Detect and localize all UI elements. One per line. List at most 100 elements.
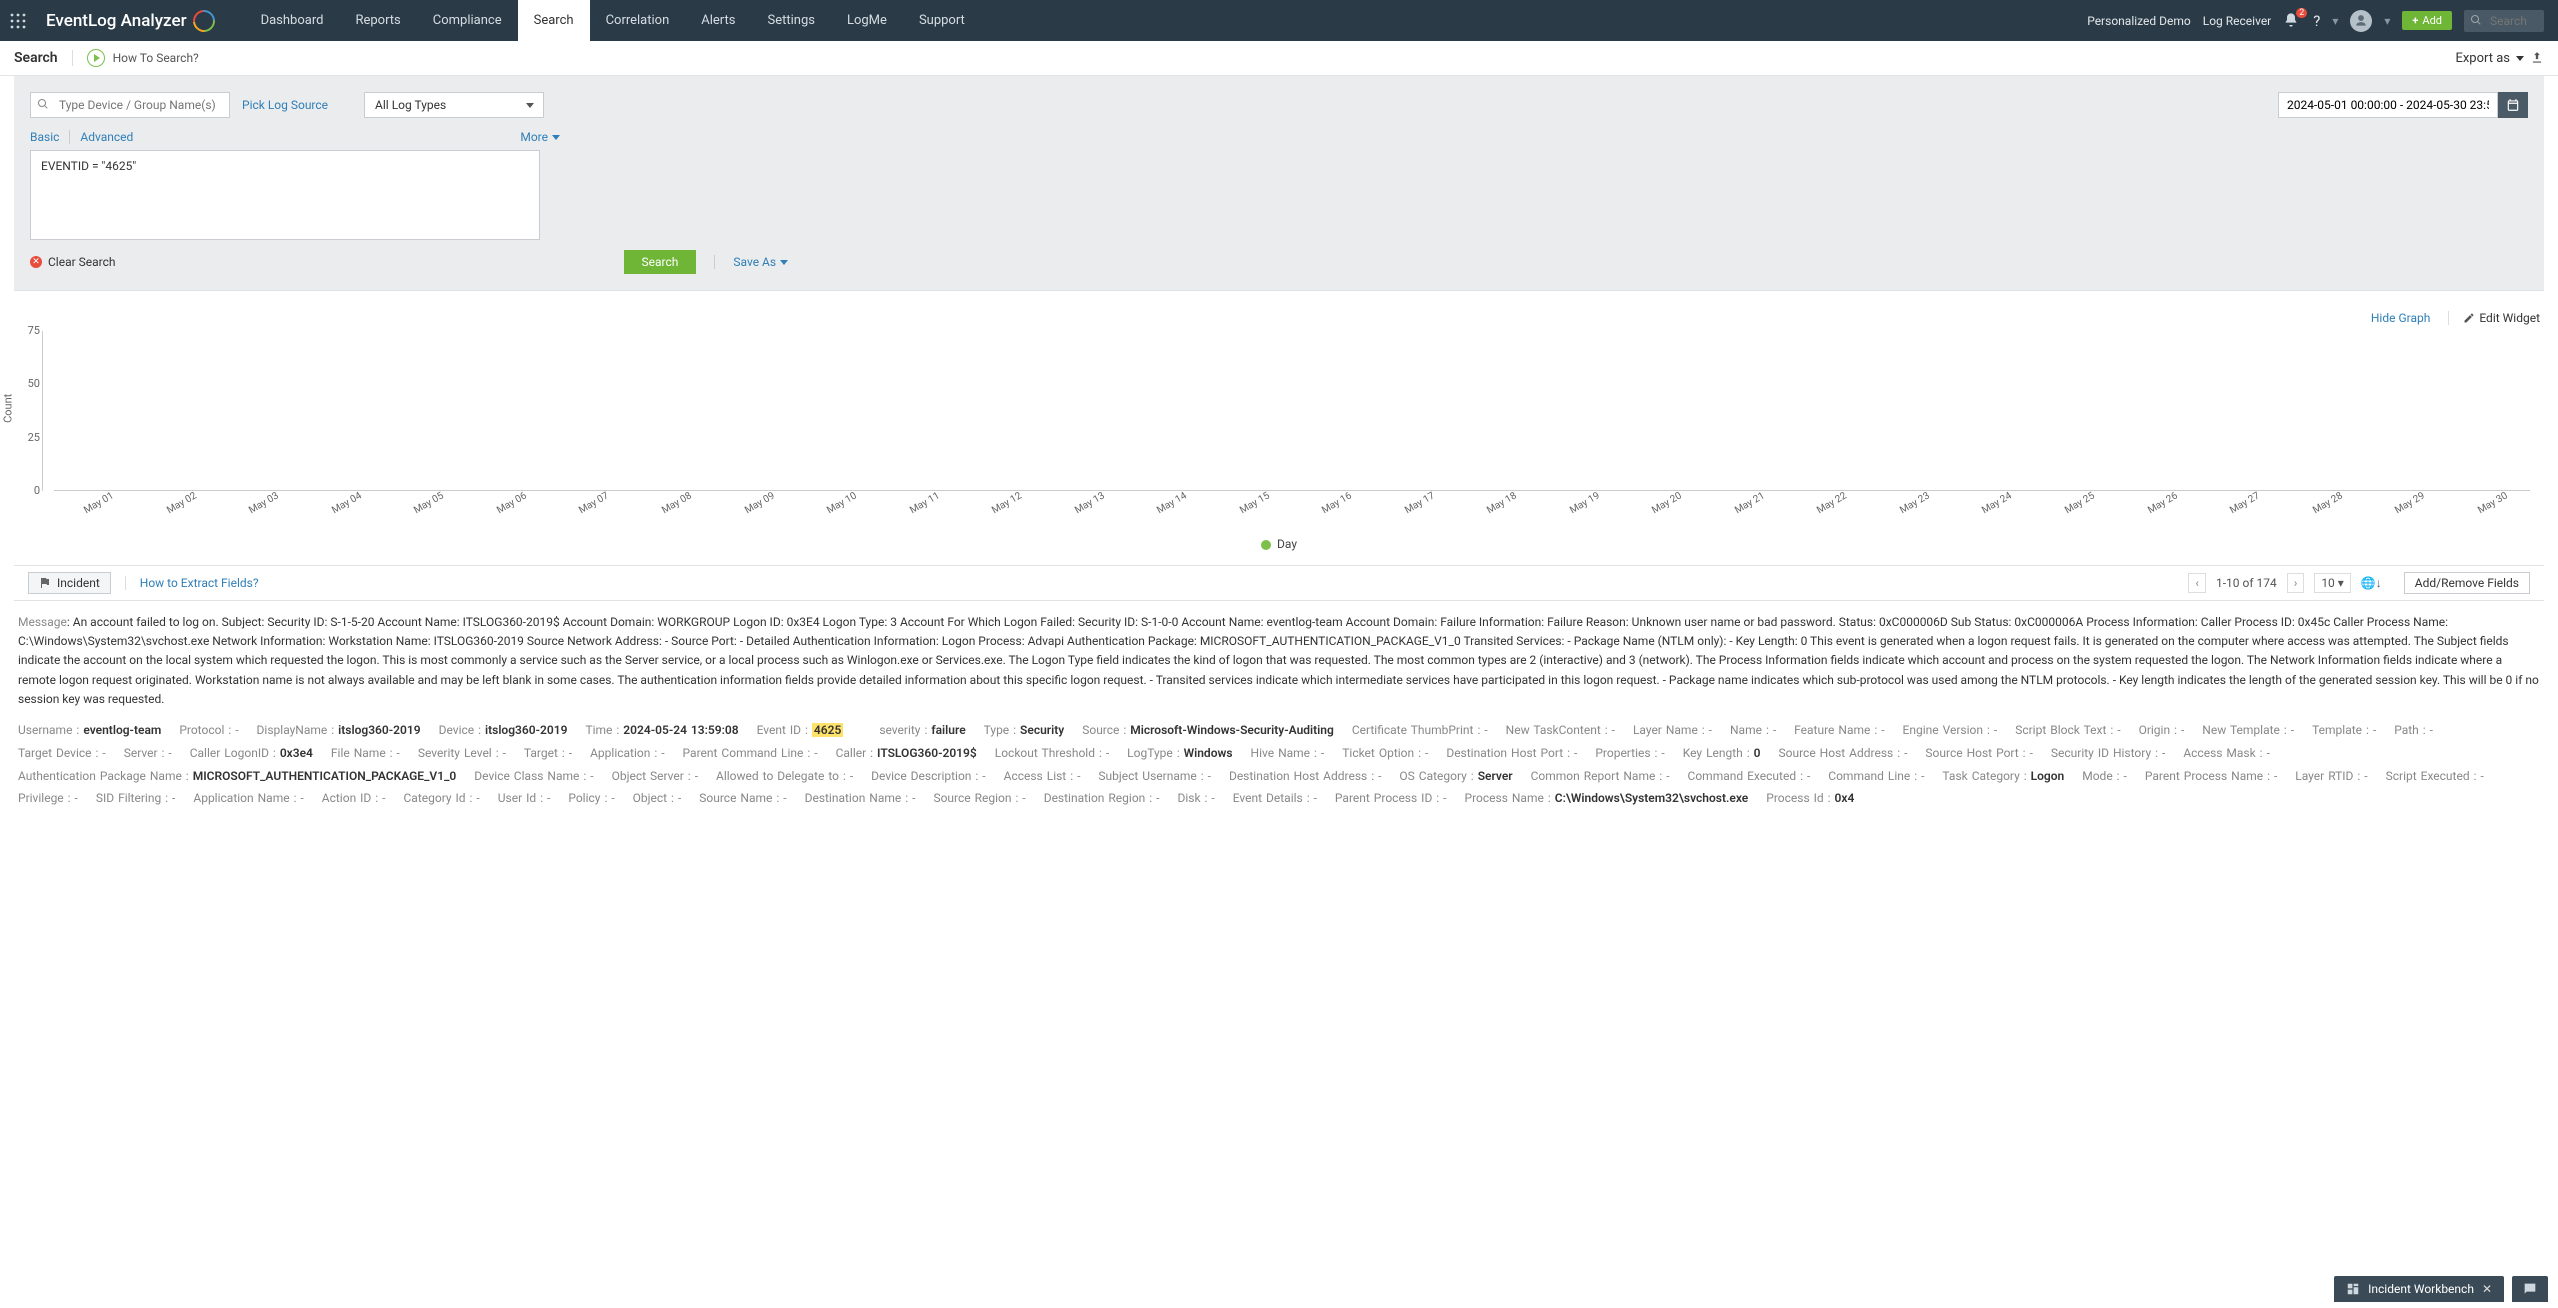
nav-dashboard[interactable]: Dashboard	[245, 0, 340, 41]
field-pair[interactable]: Task Category : Logon	[1942, 769, 2064, 783]
field-pair[interactable]: Parent Command Line : -	[683, 746, 818, 760]
hide-graph-link[interactable]: Hide Graph	[2371, 311, 2430, 325]
date-range-input[interactable]	[2278, 92, 2498, 118]
nav-search[interactable]: Search	[518, 0, 590, 41]
field-pair[interactable]: Allowed to Delegate to : -	[716, 769, 853, 783]
nav-support[interactable]: Support	[903, 0, 981, 41]
field-pair[interactable]: Key Length : 0	[1683, 746, 1761, 760]
calendar-icon[interactable]	[2498, 92, 2528, 118]
field-pair[interactable]: Server : -	[124, 746, 172, 760]
field-pair[interactable]: Path : -	[2394, 723, 2433, 737]
field-pair[interactable]: Object : -	[633, 791, 682, 805]
field-pair[interactable]: severity : failure	[879, 723, 965, 737]
field-pair[interactable]: Target : -	[524, 746, 572, 760]
close-icon[interactable]: ✕	[2482, 1282, 2492, 1296]
play-icon[interactable]	[87, 49, 105, 67]
field-pair[interactable]: Policy : -	[568, 791, 614, 805]
field-pair[interactable]: DisplayName : itslog360-2019	[257, 723, 421, 737]
field-pair[interactable]: Device : itslog360-2019	[439, 723, 568, 737]
field-pair[interactable]: Parent Process ID : -	[1335, 791, 1447, 805]
field-pair[interactable]: Certificate ThumbPrint : -	[1352, 723, 1488, 737]
field-pair[interactable]: New TaskContent : -	[1506, 723, 1615, 737]
field-pair[interactable]: Event ID : 4625	[757, 723, 862, 737]
field-pair[interactable]: Disk : -	[1177, 791, 1214, 805]
field-pair[interactable]: Name : -	[1730, 723, 1776, 737]
pager-prev[interactable]: ‹	[2188, 573, 2206, 593]
field-pair[interactable]: Lockout Threshold : -	[995, 746, 1109, 760]
clear-search-button[interactable]: ✕ Clear Search	[30, 255, 116, 269]
field-pair[interactable]: Command Executed : -	[1688, 769, 1811, 783]
brand-logo[interactable]: EventLog Analyzer	[36, 10, 225, 32]
field-pair[interactable]: Caller LogonID : 0x3e4	[190, 746, 313, 760]
nav-compliance[interactable]: Compliance	[417, 0, 518, 41]
field-pair[interactable]: Application : -	[590, 746, 664, 760]
apps-grid-icon[interactable]	[0, 13, 36, 29]
field-pair[interactable]: Layer Name : -	[1633, 723, 1712, 737]
page-size-select[interactable]: 10 ▾	[2314, 573, 2351, 593]
field-pair[interactable]: Source Host Address : -	[1779, 746, 1908, 760]
device-name-input[interactable]	[30, 92, 230, 118]
field-pair[interactable]: Device Description : -	[871, 769, 985, 783]
field-pair[interactable]: Object Server : -	[612, 769, 698, 783]
personalized-demo-link[interactable]: Personalized Demo	[2087, 14, 2191, 28]
field-pair[interactable]: Source Region : -	[933, 791, 1025, 805]
nav-alerts[interactable]: Alerts	[685, 0, 751, 41]
nav-reports[interactable]: Reports	[339, 0, 416, 41]
field-pair[interactable]: Security ID History : -	[2051, 746, 2165, 760]
search-button[interactable]: Search	[624, 250, 697, 274]
more-link[interactable]: More	[520, 130, 560, 144]
query-textarea[interactable]: EVENTID = "4625"	[30, 150, 540, 240]
field-pair[interactable]: Event Details : -	[1233, 791, 1317, 805]
field-pair[interactable]: Time : 2024-05-24 13:59:08	[585, 723, 738, 737]
tab-advanced[interactable]: Advanced	[70, 130, 143, 144]
tab-basic[interactable]: Basic	[30, 130, 70, 144]
field-pair[interactable]: Layer RTID : -	[2295, 769, 2367, 783]
nav-correlation[interactable]: Correlation	[590, 0, 686, 41]
field-pair[interactable]: Source Host Port : -	[1925, 746, 2032, 760]
chat-tray[interactable]	[2512, 1276, 2548, 1302]
field-pair[interactable]: SID Filtering : -	[96, 791, 176, 805]
field-pair[interactable]: Access List : -	[1004, 769, 1081, 783]
field-pair[interactable]: Destination Region : -	[1044, 791, 1160, 805]
field-pair[interactable]: Category Id : -	[403, 791, 479, 805]
field-pair[interactable]: Source Name : -	[699, 791, 786, 805]
field-pair[interactable]: Destination Name : -	[805, 791, 916, 805]
timezone-icon[interactable]: 🌐↓	[2361, 576, 2382, 590]
nav-logme[interactable]: LogMe	[831, 0, 903, 41]
add-remove-fields-button[interactable]: Add/Remove Fields	[2404, 572, 2530, 594]
field-pair[interactable]: Type : Security	[984, 723, 1065, 737]
how-to-search-link[interactable]: How To Search?	[113, 51, 199, 65]
field-pair[interactable]: Script Block Text : -	[2015, 723, 2120, 737]
save-as-button[interactable]: Save As	[714, 255, 788, 269]
incident-workbench-tray[interactable]: Incident Workbench ✕	[2334, 1276, 2504, 1302]
field-pair[interactable]: Destination Host Port : -	[1446, 746, 1577, 760]
field-pair[interactable]: LogType : Windows	[1127, 746, 1232, 760]
field-pair[interactable]: Common Report Name : -	[1531, 769, 1670, 783]
field-pair[interactable]: Device Class Name : -	[474, 769, 593, 783]
field-pair[interactable]: Origin : -	[2139, 723, 2185, 737]
field-pair[interactable]: Hive Name : -	[1251, 746, 1325, 760]
field-pair[interactable]: Process Id : 0x4	[1766, 791, 1854, 805]
field-pair[interactable]: Caller : ITSLOG360-2019$	[836, 746, 977, 760]
field-pair[interactable]: Command Line : -	[1828, 769, 1924, 783]
field-pair[interactable]: User Id : -	[498, 791, 551, 805]
field-pair[interactable]: Action ID : -	[322, 791, 386, 805]
log-receiver-link[interactable]: Log Receiver	[2203, 14, 2272, 28]
incident-button[interactable]: Incident	[28, 572, 111, 594]
nav-settings[interactable]: Settings	[752, 0, 831, 41]
field-pair[interactable]: Application Name : -	[193, 791, 303, 805]
field-pair[interactable]: Privilege : -	[18, 791, 78, 805]
field-pair[interactable]: Process Name : C:\Windows\System32\svcho…	[1465, 791, 1749, 805]
field-pair[interactable]: Feature Name : -	[1794, 723, 1884, 737]
extract-fields-link[interactable]: How to Extract Fields?	[125, 576, 259, 590]
field-pair[interactable]: OS Category : Server	[1399, 769, 1512, 783]
field-pair[interactable]: Destination Host Address : -	[1229, 769, 1381, 783]
field-pair[interactable]: Source : Microsoft-Windows-Security-Audi…	[1082, 723, 1334, 737]
field-pair[interactable]: New Template : -	[2202, 723, 2294, 737]
field-pair[interactable]: Username : eventlog-team	[18, 723, 161, 737]
log-types-select[interactable]: All Log Types	[364, 92, 544, 118]
notification-bell-icon[interactable]: 2	[2283, 12, 2301, 30]
field-pair[interactable]: Subject Username : -	[1098, 769, 1211, 783]
field-pair[interactable]: Mode : -	[2082, 769, 2127, 783]
field-pair[interactable]: File Name : -	[331, 746, 400, 760]
